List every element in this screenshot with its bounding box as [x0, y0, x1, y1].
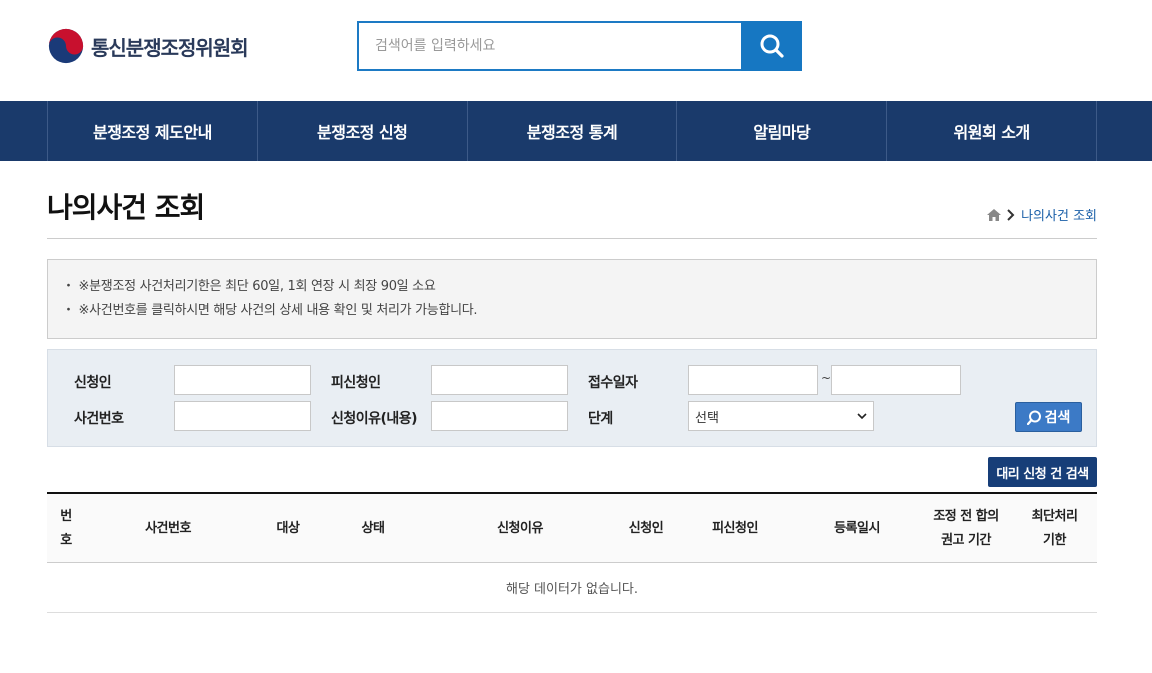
stage-select[interactable]: 선택: [688, 401, 874, 431]
applicant-input[interactable]: [174, 365, 311, 395]
col-target: 대상: [276, 520, 300, 536]
search-icon: [1026, 410, 1041, 425]
notice-text: ※사건번호를 클릭하시면 해당 사건의 상세 내용 확인 및 처리가 가능합니다…: [78, 303, 478, 318]
col-registered: 등록일시: [834, 520, 880, 536]
notice-item: ・ ※분쟁조정 사건처리기한은 최단 60일, 1회 연장 시 최장 90일 소…: [62, 279, 436, 294]
main-navigation: 분쟁조정 제도안내 분쟁조정 신청 분쟁조정 통계 알림마당 위원회 소개: [0, 101, 1152, 161]
col-pre-agreement: 조정 전 합의 권고 기간: [917, 494, 1015, 563]
col-no-line2: 호: [60, 532, 72, 548]
nav-item-statistics[interactable]: 분쟁조정 통계: [468, 101, 678, 161]
col-no: 번 호: [47, 494, 85, 563]
search-icon: [760, 34, 784, 58]
taegeuk-logo-icon: [48, 28, 84, 64]
receipt-date-start-input[interactable]: [688, 365, 818, 395]
col-case-number: 사건번호: [145, 520, 191, 536]
chevron-down-icon: [857, 412, 867, 419]
notice-text: ※분쟁조정 사건처리기한은 최단 60일, 1회 연장 시 최장 90일 소요: [78, 279, 436, 294]
agent-search-button[interactable]: 대리 신청 건 검색: [988, 457, 1097, 487]
respondent-input[interactable]: [431, 365, 568, 395]
nav-item-system-guide[interactable]: 분쟁조정 제도안내: [48, 101, 258, 161]
title-divider: [47, 238, 1097, 239]
search-form: 신청인 피신청인 접수일자 ~ 사건번호 신청이유(내용) 단계 선택 검색: [47, 349, 1097, 447]
nav-item-about[interactable]: 위원회 소개: [887, 101, 1097, 161]
stage-select-value: 선택: [695, 410, 719, 426]
col-respondent: 피신청인: [712, 520, 758, 536]
logo-text: 통신분쟁조정위원회: [91, 35, 249, 60]
nav-item-notice[interactable]: 알림마당: [677, 101, 888, 161]
search-input[interactable]: [359, 23, 741, 69]
receipt-date-end-input[interactable]: [831, 365, 961, 395]
col-no-line1: 번: [60, 508, 72, 524]
breadcrumb: 나의사건 조회: [987, 205, 1097, 224]
case-table: 번 호 사건번호 대상 상태 신청이유 신청인 피신청인 등록일시 조정 전 합…: [47, 492, 1097, 613]
notice-item: ・ ※사건번호를 클릭하시면 해당 사건의 상세 내용 확인 및 처리가 가능합…: [62, 303, 478, 318]
search-button[interactable]: [741, 21, 802, 71]
home-icon[interactable]: [987, 208, 1002, 221]
col-deadline-line2: 기한: [1043, 532, 1066, 548]
respondent-label: 피신청인: [331, 375, 381, 391]
col-pre-agreement-line1: 조정 전 합의: [933, 508, 999, 524]
col-status: 상태: [361, 520, 385, 536]
col-reason: 신청이유: [497, 520, 543, 536]
notice-box: ・ ※분쟁조정 사건처리기한은 최단 60일, 1회 연장 시 최장 90일 소…: [47, 259, 1097, 339]
col-pre-agreement-line2: 권고 기간: [941, 532, 991, 548]
col-applicant: 신청인: [628, 520, 664, 536]
receipt-date-label: 접수일자: [588, 375, 638, 391]
col-deadline: 최단처리 기한: [1022, 494, 1087, 563]
header: 통신분쟁조정위원회: [0, 0, 1152, 101]
chevron-right-icon: [1007, 208, 1015, 221]
page-title: 나의사건 조회: [47, 191, 205, 224]
case-number-label: 사건번호: [74, 411, 124, 427]
reason-label: 신청이유(내용): [331, 411, 418, 427]
search-box: [357, 21, 802, 71]
nav-item-apply[interactable]: 분쟁조정 신청: [258, 101, 468, 161]
applicant-label: 신청인: [74, 375, 112, 391]
form-search-button[interactable]: 검색: [1015, 402, 1082, 432]
date-range-separator: ~: [821, 371, 832, 385]
reason-input[interactable]: [431, 401, 568, 431]
table-header: 번 호 사건번호 대상 상태 신청이유 신청인 피신청인 등록일시 조정 전 합…: [47, 494, 1097, 563]
stage-label: 단계: [588, 411, 613, 427]
case-number-input[interactable]: [174, 401, 311, 431]
col-deadline-line1: 최단처리: [1031, 508, 1078, 524]
table-empty-row: 해당 데이터가 없습니다.: [47, 563, 1097, 613]
site-logo[interactable]: 통신분쟁조정위원회: [47, 26, 249, 66]
form-search-button-label: 검색: [1044, 410, 1071, 426]
breadcrumb-current[interactable]: 나의사건 조회: [1021, 205, 1097, 224]
